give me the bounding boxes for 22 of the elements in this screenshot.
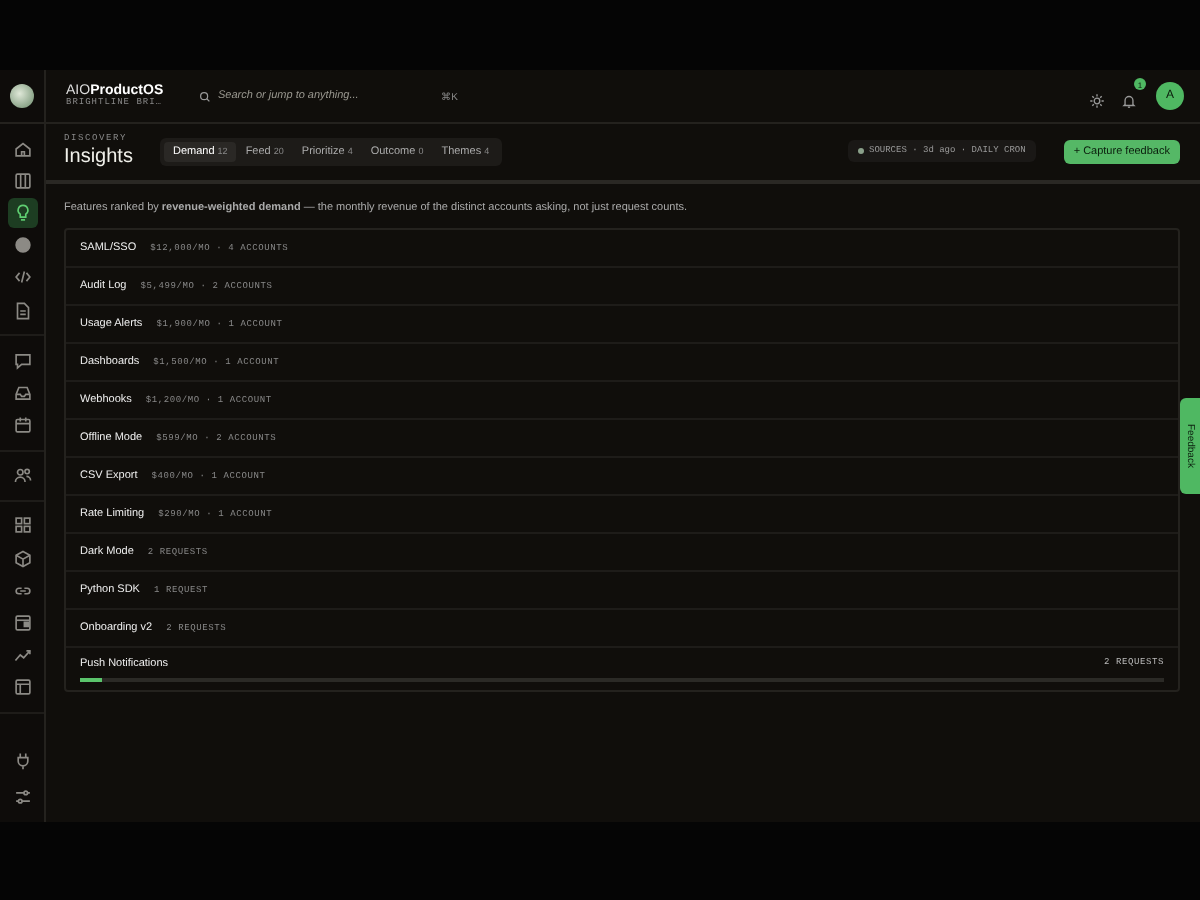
- page-title: Insights: [64, 146, 133, 168]
- window-icon: [11, 612, 33, 635]
- columns-icon: [11, 169, 33, 192]
- inbox-icon: [11, 381, 33, 404]
- search-icon: [198, 89, 212, 103]
- sun-icon: [1087, 92, 1105, 110]
- sidebar-item[interactable]: [7, 197, 37, 228]
- grid-icon: [11, 514, 33, 537]
- trend-icon: [11, 644, 33, 667]
- calendar-icon: [11, 414, 33, 437]
- plug-icon: [11, 750, 33, 773]
- document-icon: [11, 299, 33, 322]
- layout-icon: [11, 676, 33, 699]
- logo-icon: [10, 84, 34, 108]
- sliders-icon: [11, 786, 33, 809]
- lightbulb-icon: [11, 201, 33, 224]
- cube-icon: [11, 547, 33, 570]
- circle-icon: [11, 234, 33, 257]
- bell-icon: [1119, 92, 1137, 110]
- chat-icon: [11, 349, 33, 372]
- home-icon: [11, 137, 33, 160]
- users-icon: [11, 464, 33, 487]
